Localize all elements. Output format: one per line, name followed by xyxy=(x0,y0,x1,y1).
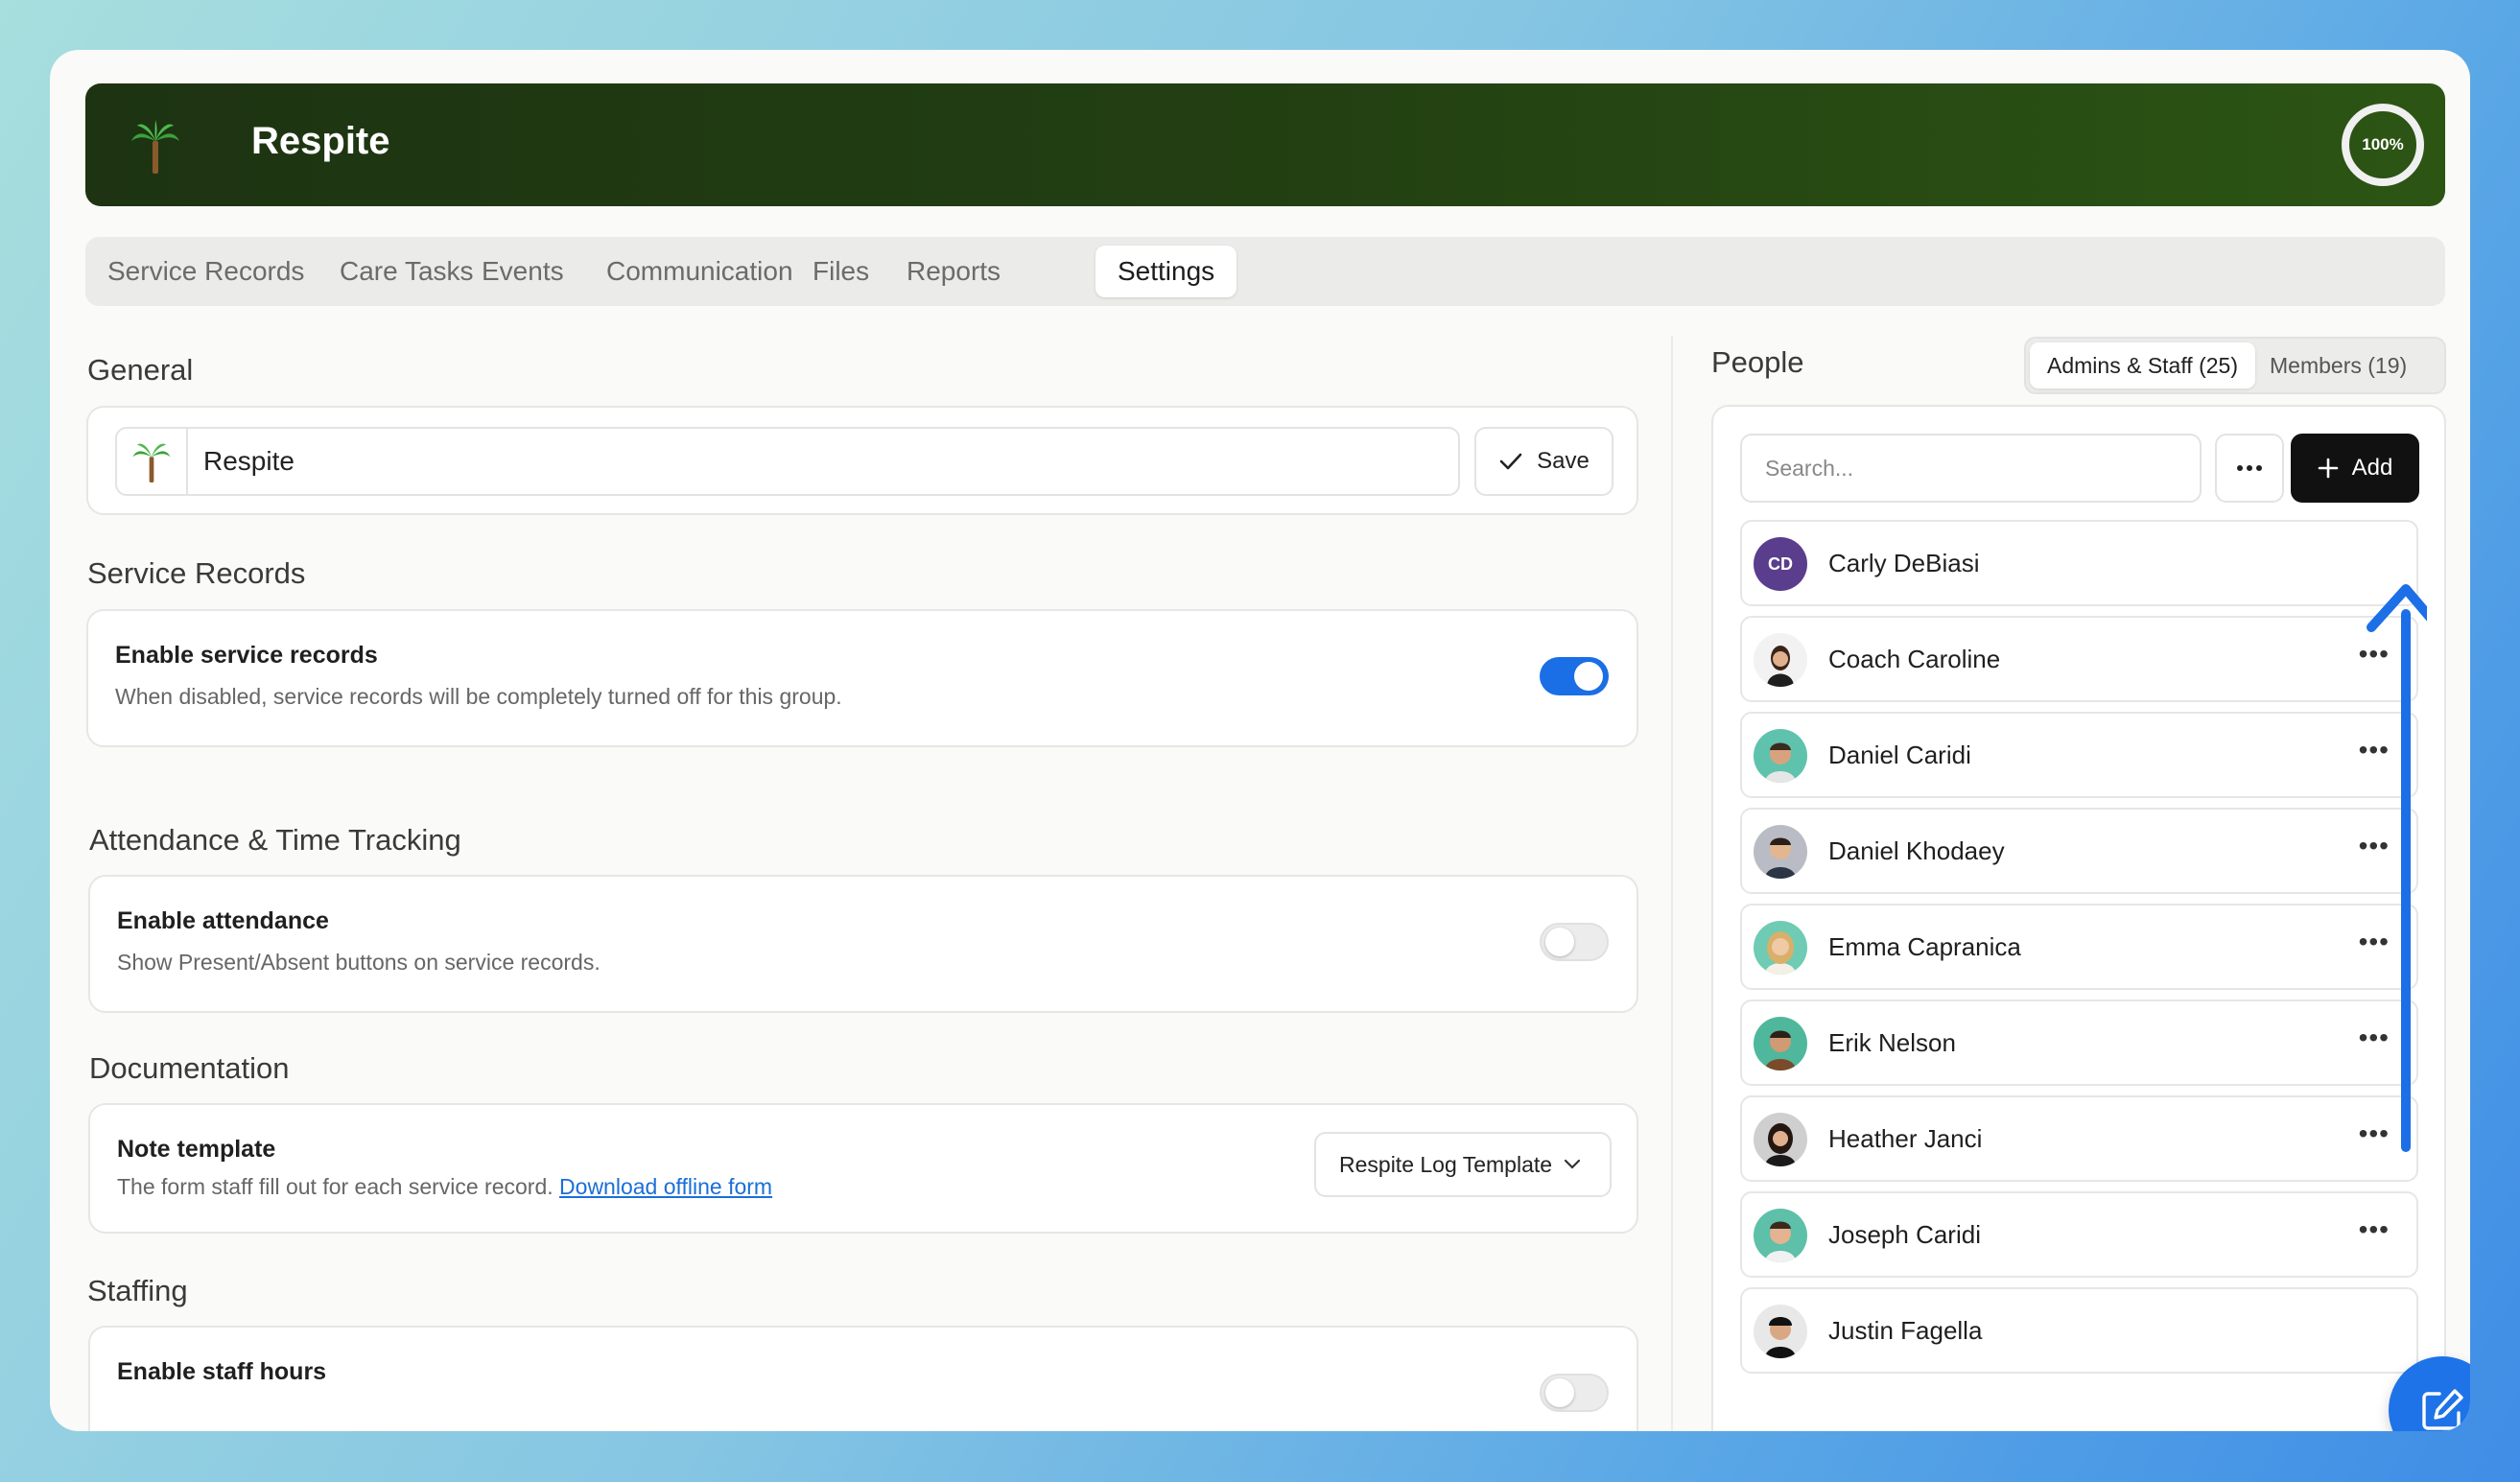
avatar xyxy=(1754,921,1807,975)
staffing-heading: Staffing xyxy=(87,1274,188,1307)
person-name: Joseph Caridi xyxy=(1828,1220,1981,1249)
edit-icon xyxy=(2422,1389,2463,1430)
emoji-picker[interactable] xyxy=(117,429,188,494)
note-template-desc-text: The form staff fill out for each service… xyxy=(117,1174,553,1199)
person-name: Erik Nelson xyxy=(1828,1028,1956,1057)
group-name-input[interactable]: Respite xyxy=(115,427,1460,496)
service-records-desc: When disabled, service records will be c… xyxy=(115,684,842,709)
person-row[interactable]: Joseph Caridi ••• xyxy=(1740,1191,2418,1278)
tab-service-records[interactable]: Service Records xyxy=(85,246,326,297)
people-card: Search... Add CD Carly DeBiasi Coach Car… xyxy=(1711,405,2446,1431)
person-name: Heather Janci xyxy=(1828,1124,1983,1153)
tab-events[interactable]: Events xyxy=(459,246,586,297)
person-name: Daniel Caridi xyxy=(1828,741,1971,769)
avatar xyxy=(1754,1113,1807,1166)
avatar xyxy=(1754,825,1807,879)
attendance-heading: Attendance & Time Tracking xyxy=(89,823,461,857)
avatar xyxy=(1754,729,1807,783)
tab-reports[interactable]: Reports xyxy=(884,246,1023,297)
people-segment-control: Admins & Staff (25) Members (19) xyxy=(2024,337,2446,394)
attendance-toggle[interactable] xyxy=(1540,923,1609,961)
people-more-button[interactable] xyxy=(2215,434,2284,503)
staffing-card: Enable staff hours xyxy=(88,1326,1638,1431)
person-row[interactable]: Heather Janci ••• xyxy=(1740,1095,2418,1182)
person-name: Coach Caroline xyxy=(1828,645,2001,673)
tab-communication[interactable]: Communication xyxy=(584,246,815,297)
avatar xyxy=(1754,1017,1807,1070)
documentation-heading: Documentation xyxy=(89,1051,290,1085)
avatar xyxy=(1754,1305,1807,1358)
people-search-input[interactable]: Search... xyxy=(1740,434,2202,503)
annotation-arrow xyxy=(2367,584,2427,1152)
group-header: Respite 100% xyxy=(85,83,2445,206)
completion-ring: 100% xyxy=(2342,104,2424,186)
tab-bar: Service Records Care Tasks Events Commun… xyxy=(85,237,2445,306)
more-icon[interactable]: ••• xyxy=(2359,1214,2390,1245)
person-row[interactable]: Justin Fagella xyxy=(1740,1287,2418,1374)
tab-files[interactable]: Files xyxy=(790,246,891,297)
avatar: CD xyxy=(1754,537,1807,591)
attendance-card: Enable attendance Show Present/Absent bu… xyxy=(88,875,1638,1013)
service-records-toggle[interactable] xyxy=(1540,657,1609,695)
note-template-desc: The form staff fill out for each service… xyxy=(117,1174,772,1200)
group-name-value: Respite xyxy=(203,446,294,476)
note-template-value: Respite Log Template xyxy=(1339,1151,1553,1177)
tab-settings[interactable]: Settings xyxy=(1095,246,1237,297)
person-name: Justin Fagella xyxy=(1828,1316,1983,1345)
person-row[interactable]: Daniel Khodaey ••• xyxy=(1740,808,2418,894)
add-label: Add xyxy=(2351,455,2393,481)
attendance-desc: Show Present/Absent buttons on service r… xyxy=(117,950,601,975)
app-window: Respite 100% Service Records Care Tasks … xyxy=(50,50,2470,1431)
check-icon xyxy=(1499,453,1522,470)
note-template-label: Note template xyxy=(117,1136,276,1163)
person-name: Daniel Khodaey xyxy=(1828,836,2005,865)
more-icon xyxy=(2237,465,2262,471)
segment-admins-staff[interactable]: Admins & Staff (25) xyxy=(2030,342,2255,388)
add-person-button[interactable]: Add xyxy=(2291,434,2419,503)
palm-tree-icon xyxy=(131,120,179,174)
save-label: Save xyxy=(1537,448,1590,474)
service-records-label: Enable service records xyxy=(115,642,378,669)
people-heading: People xyxy=(1711,345,1804,379)
person-row[interactable]: CD Carly DeBiasi xyxy=(1740,520,2418,606)
person-row[interactable]: Emma Capranica ••• xyxy=(1740,904,2418,990)
save-button[interactable]: Save xyxy=(1474,427,1613,496)
staff-hours-toggle[interactable] xyxy=(1540,1374,1609,1412)
person-row[interactable]: Coach Caroline ••• xyxy=(1740,616,2418,702)
service-records-card: Enable service records When disabled, se… xyxy=(86,609,1638,747)
person-name: Emma Capranica xyxy=(1828,932,2021,961)
plus-icon xyxy=(2318,458,2338,479)
note-template-select[interactable]: Respite Log Template xyxy=(1314,1132,1612,1197)
staff-hours-label: Enable staff hours xyxy=(117,1358,327,1385)
chevron-down-icon xyxy=(1564,1159,1581,1169)
general-heading: General xyxy=(87,353,194,387)
documentation-card: Note template The form staff fill out fo… xyxy=(88,1103,1638,1234)
avatar xyxy=(1754,1209,1807,1262)
group-title: Respite xyxy=(251,120,390,162)
person-row[interactable]: Daniel Caridi ••• xyxy=(1740,712,2418,798)
general-card: Respite Save xyxy=(86,406,1638,515)
person-name: Carly DeBiasi xyxy=(1828,549,1980,577)
avatar xyxy=(1754,633,1807,687)
attendance-label: Enable attendance xyxy=(117,907,329,934)
person-row[interactable]: Erik Nelson ••• xyxy=(1740,1000,2418,1086)
segment-members[interactable]: Members (19) xyxy=(2252,342,2424,388)
service-records-heading: Service Records xyxy=(87,556,306,590)
palm-tree-icon xyxy=(132,443,171,482)
download-offline-form-link[interactable]: Download offline form xyxy=(559,1174,772,1199)
column-divider xyxy=(1671,336,1673,1431)
